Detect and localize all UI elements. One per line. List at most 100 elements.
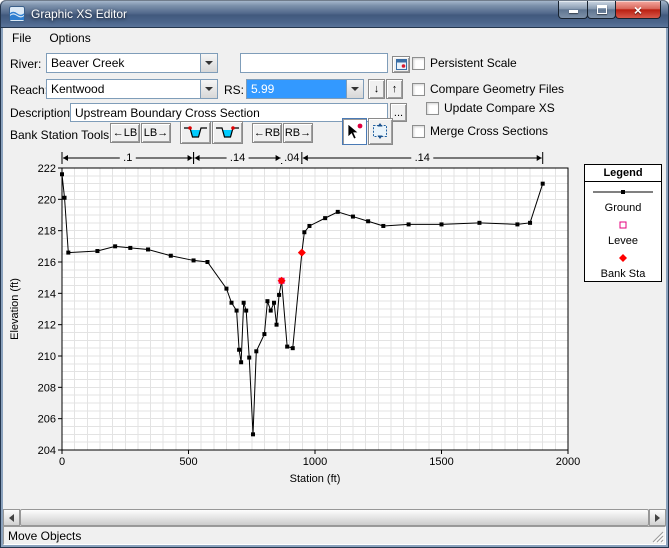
next-rs-button[interactable]: ↑ [386, 79, 403, 99]
svg-text:216: 216 [38, 257, 56, 269]
svg-text:1000: 1000 [303, 456, 327, 468]
triangle-left-icon [9, 514, 14, 522]
chevron-down-icon [205, 87, 213, 91]
svg-text:500: 500 [179, 456, 197, 468]
maximize-icon [597, 5, 607, 14]
description-label: Description [10, 106, 70, 120]
legend-item-levee: Levee [585, 215, 661, 248]
move-right-bank-left-button[interactable]: ←RB [252, 123, 282, 143]
window-title: Graphic XS Editor [31, 7, 127, 21]
window-controls: × [559, 1, 661, 19]
blank-field[interactable] [240, 53, 388, 73]
merge-xs-row: Merge Cross Sections [412, 124, 548, 138]
set-left-bank-tool-button[interactable] [180, 121, 211, 144]
status-bar: Move Objects [3, 526, 666, 545]
move-left-bank-right-button[interactable]: LB→ [141, 123, 171, 143]
chevron-down-icon [351, 87, 359, 91]
set-right-bank-tool-button[interactable] [212, 121, 243, 144]
status-text: Move Objects [8, 529, 81, 543]
legend-swatch [591, 253, 655, 263]
channel-left-bank-icon [183, 125, 208, 140]
scroll-right-button[interactable] [649, 509, 666, 526]
svg-text:Elevation (ft): Elevation (ft) [9, 278, 21, 340]
svg-text:.04: .04 [284, 152, 299, 164]
svg-text:222: 222 [38, 163, 56, 175]
rs-dropdown-button[interactable] [346, 80, 363, 98]
previous-rs-button[interactable]: ↓ [368, 79, 385, 99]
persistent-scale-checkbox[interactable] [412, 57, 425, 70]
menu-file[interactable]: File [3, 28, 40, 48]
legend-label: Bank Sta [587, 268, 659, 281]
svg-text:220: 220 [38, 194, 56, 206]
cursor-arrow-icon [345, 122, 364, 141]
legend-label: Ground [587, 202, 659, 215]
svg-text:208: 208 [38, 382, 56, 394]
svg-text:212: 212 [38, 320, 56, 332]
scrollbar-thumb[interactable] [20, 509, 649, 526]
resize-grip[interactable] [651, 530, 664, 543]
close-button[interactable]: × [615, 1, 661, 19]
river-dropdown-button[interactable] [200, 54, 217, 72]
triangle-right-icon [655, 514, 660, 522]
svg-text:Station (ft): Station (ft) [290, 473, 341, 485]
svg-text:214: 214 [38, 288, 56, 300]
scroll-left-button[interactable] [3, 509, 20, 526]
rs-value: 5.99 [247, 80, 346, 98]
title-bar[interactable]: Graphic XS Editor × [0, 0, 669, 28]
update-compare-row: Update Compare XS [426, 101, 555, 115]
reach-value: Kentwood [47, 80, 200, 98]
legend: Legend Ground Levee Bank Sta [584, 164, 662, 282]
arrow-down-icon: ↓ [374, 83, 380, 95]
svg-text:.14: .14 [415, 152, 430, 164]
compare-geometry-checkbox[interactable] [412, 83, 425, 96]
legend-item-ground: Ground [585, 182, 661, 215]
river-value: Beaver Creek [47, 54, 200, 72]
reach-dropdown-button[interactable] [200, 80, 217, 98]
compare-geometry-row: Compare Geometry Files [412, 82, 564, 96]
legend-items: Ground Levee Bank Sta [585, 182, 661, 281]
graphic-xs-editor-window: Graphic XS Editor × File Options River: … [0, 0, 669, 548]
merge-xs-label: Merge Cross Sections [430, 124, 548, 138]
picker-icon [396, 59, 407, 70]
app-icon [9, 6, 25, 22]
river-select[interactable]: Beaver Creek [46, 53, 218, 73]
picker-button[interactable] [392, 56, 410, 73]
legend-item-bank-sta: Bank Sta [585, 248, 661, 281]
svg-text:0: 0 [59, 456, 65, 468]
chevron-down-icon [205, 61, 213, 65]
close-icon: × [634, 3, 642, 17]
legend-swatch [591, 220, 655, 230]
horizontal-scrollbar[interactable] [3, 509, 666, 526]
description-field[interactable]: Upstream Boundary Cross Section [70, 103, 388, 122]
bank-tools-label: Bank Station Tools: [10, 128, 113, 142]
arrow-up-icon: ↑ [392, 83, 398, 95]
svg-text:210: 210 [38, 351, 56, 363]
svg-text:206: 206 [38, 414, 56, 426]
svg-text:.1: .1 [123, 152, 132, 164]
svg-text:.14: .14 [230, 152, 245, 164]
menu-options[interactable]: Options [40, 28, 99, 48]
update-compare-checkbox[interactable] [426, 102, 439, 115]
reach-label: Reach: [10, 83, 48, 97]
rs-select[interactable]: 5.99 [246, 79, 364, 99]
selection-box-icon [371, 122, 390, 141]
legend-swatch [591, 187, 655, 197]
move-objects-tool-button[interactable] [342, 118, 367, 145]
svg-text:218: 218 [38, 226, 56, 238]
move-right-bank-right-button[interactable]: RB→ [283, 123, 313, 143]
move-left-bank-left-button[interactable]: ←LB [110, 123, 140, 143]
zoom-window-tool-button[interactable] [368, 118, 393, 145]
legend-title: Legend [585, 165, 661, 182]
legend-label: Levee [587, 235, 659, 248]
cross-section-chart: 0500100015002000204206208210212214216218… [6, 148, 663, 506]
compare-geometry-label: Compare Geometry Files [430, 82, 564, 96]
svg-text:1500: 1500 [429, 456, 453, 468]
menu-bar: File Options [3, 28, 666, 48]
cross-section-plot[interactable]: 0500100015002000204206208210212214216218… [6, 148, 663, 500]
reach-select[interactable]: Kentwood [46, 79, 218, 99]
merge-xs-checkbox[interactable] [412, 125, 425, 138]
maximize-button[interactable] [587, 1, 616, 19]
persistent-scale-row: Persistent Scale [412, 56, 517, 70]
minimize-button[interactable] [558, 1, 588, 19]
update-compare-label: Update Compare XS [444, 101, 555, 115]
